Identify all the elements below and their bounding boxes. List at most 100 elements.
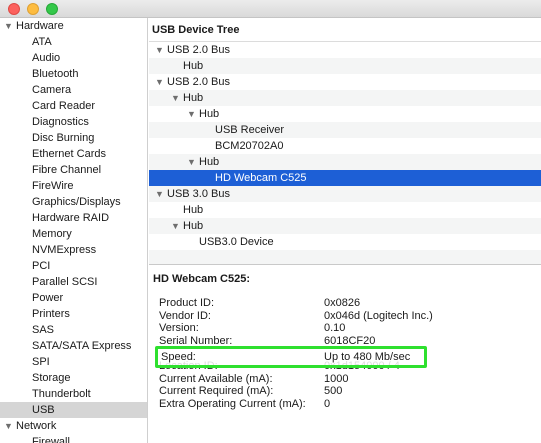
sidebar-item-usb[interactable]: USB	[0, 402, 147, 418]
sidebar-item-disc-burning[interactable]: Disc Burning	[0, 130, 147, 146]
tree-row-label: Hub	[199, 156, 220, 168]
sidebar-item-sas[interactable]: SAS	[0, 322, 147, 338]
sidebar-item-label: Audio	[32, 52, 61, 64]
tree-row-label: Hub	[183, 60, 204, 72]
property-value: 1000	[324, 372, 349, 385]
tree-row[interactable]: ▼ USB 2.0 Bus	[149, 74, 541, 90]
speed-highlight-box: Speed: Up to 480 Mb/sec	[155, 346, 427, 368]
sidebar-item-label: USB	[32, 404, 55, 416]
tree-row[interactable]: Hub	[149, 202, 541, 218]
sidebar-item-storage[interactable]: Storage	[0, 370, 147, 386]
property-key: Speed:	[161, 351, 196, 363]
property-row: Current Available (mA): 1000	[159, 373, 529, 386]
sidebar-item-printers[interactable]: Printers	[0, 306, 147, 322]
tree-row[interactable]: USB3.0 Device	[149, 234, 541, 250]
sidebar-item-thunderbolt[interactable]: Thunderbolt	[0, 386, 147, 402]
disclosure-triangle-icon[interactable]: ▼	[4, 18, 13, 34]
disclosure-triangle-icon[interactable]: ▼	[171, 90, 180, 106]
tree-row-label: USB3.0 Device	[199, 236, 274, 248]
zoom-window-button[interactable]	[46, 3, 58, 15]
sidebar-item-label: Memory	[32, 228, 72, 240]
tree-row[interactable]: ▼ USB 2.0 Bus	[149, 42, 541, 58]
sidebar-item-power[interactable]: Power	[0, 290, 147, 306]
sidebar-group-label: Hardware	[16, 20, 64, 32]
sidebar-item-label: Fibre Channel	[32, 164, 102, 176]
sidebar: ▼ Hardware ATA Audio Bluetooth Camera Card Rea…	[0, 18, 148, 443]
sidebar-item-audio[interactable]: Audio	[0, 50, 147, 66]
property-value: Up to 480 Mb/sec	[324, 351, 411, 363]
minimize-window-button[interactable]	[27, 3, 39, 15]
disclosure-triangle-icon[interactable]: ▼	[4, 418, 13, 434]
property-value: 0	[324, 397, 331, 410]
sidebar-item-hardware-raid[interactable]: Hardware RAID	[0, 210, 147, 226]
sidebar-item-label: Hardware RAID	[32, 212, 110, 224]
property-key: Current Available (mA):	[159, 372, 273, 385]
sidebar-item-camera[interactable]: Camera	[0, 82, 147, 98]
property-row: Current Required (mA): 500	[159, 385, 529, 398]
tree-row[interactable]: USB Receiver	[149, 122, 541, 138]
tree-row-label: Hub	[183, 220, 204, 232]
sidebar-item-label: Disc Burning	[32, 132, 95, 144]
disclosure-triangle-icon[interactable]: ▼	[187, 154, 196, 170]
disclosure-triangle-icon[interactable]: ▼	[187, 106, 196, 122]
disclosure-triangle-icon[interactable]: ▼	[155, 42, 164, 58]
sidebar-item-label: FireWire	[32, 180, 74, 192]
tree-row[interactable]: ▼ Hub	[149, 154, 541, 170]
sidebar-item-firewire[interactable]: FireWire	[0, 178, 147, 194]
window-titlebar	[0, 0, 541, 18]
disclosure-triangle-icon[interactable]: ▼	[155, 186, 164, 202]
sidebar-item-memory[interactable]: Memory	[0, 226, 147, 242]
sidebar-item-label: Camera	[32, 84, 72, 96]
sidebar-item-nvmexpress[interactable]: NVMExpress	[0, 242, 147, 258]
sidebar-group-label: Network	[16, 420, 57, 432]
sidebar-item-pci[interactable]: PCI	[0, 258, 147, 274]
tree-row[interactable]: ▼ Hub	[149, 106, 541, 122]
tree-row[interactable]: ▼ Hub	[149, 218, 541, 234]
property-value: 0x046d (Logitech Inc.)	[324, 309, 433, 322]
tree-row[interactable]: ▼ Hub	[149, 90, 541, 106]
sidebar-group-hardware[interactable]: ▼ Hardware	[0, 18, 147, 34]
sidebar-item-label: Printers	[32, 308, 70, 320]
device-detail-title: HD Webcam C525:	[153, 273, 250, 285]
sidebar-item-ethernet-cards[interactable]: Ethernet Cards	[0, 146, 147, 162]
close-window-button[interactable]	[8, 3, 20, 15]
tree-row[interactable]: Hub	[149, 58, 541, 74]
property-key: Current Required (mA):	[159, 385, 274, 398]
property-value: 0x0826	[324, 297, 361, 309]
tree-row[interactable]: ▼ USB 3.0 Bus	[149, 186, 541, 202]
sidebar-item-firewall[interactable]: Firewall	[0, 434, 147, 443]
sidebar-item-sata-sata-express[interactable]: SATA/SATA Express	[0, 338, 147, 354]
sidebar-item-card-reader[interactable]: Card Reader	[0, 98, 147, 114]
property-value: 0.10	[324, 322, 346, 335]
property-row: Vendor ID: 0x046d (Logitech Inc.)	[159, 310, 529, 323]
property-key: Product ID:	[159, 297, 215, 309]
sidebar-item-label: SPI	[32, 356, 50, 368]
sidebar-item-diagnostics[interactable]: Diagnostics	[0, 114, 147, 130]
tree-row-label: USB Receiver	[215, 124, 285, 136]
sidebar-item-label: Power	[32, 292, 64, 304]
usb-device-tree: ▼ USB 2.0 Bus Hub ▼ USB 2.0 Bus ▼ Hub ▼ Hub USB R…	[149, 42, 541, 264]
tree-empty-row	[149, 250, 541, 264]
tree-row[interactable]: BCM20702A0	[149, 138, 541, 154]
tree-row-label: BCM20702A0	[215, 140, 284, 152]
sidebar-item-label: PCI	[32, 260, 51, 272]
property-row: Extra Operating Current (mA): 0	[159, 398, 529, 411]
sidebar-item-label: Parallel SCSI	[32, 276, 98, 288]
property-key: Vendor ID:	[159, 309, 211, 322]
usb-device-tree-header: USB Device Tree	[149, 18, 541, 42]
property-value: 500	[324, 385, 343, 398]
sidebar-item-parallel-scsi[interactable]: Parallel SCSI	[0, 274, 147, 290]
tree-row[interactable]: HD Webcam C525	[149, 170, 541, 186]
sidebar-item-label: SAS	[32, 324, 55, 336]
sidebar-item-label: Storage	[32, 372, 71, 384]
disclosure-triangle-icon[interactable]: ▼	[171, 218, 180, 234]
tree-row-label: Hub	[183, 204, 204, 216]
sidebar-item-fibre-channel[interactable]: Fibre Channel	[0, 162, 147, 178]
disclosure-triangle-icon[interactable]: ▼	[155, 74, 164, 90]
sidebar-group-network[interactable]: ▼ Network	[0, 418, 147, 434]
sidebar-item-ata[interactable]: ATA	[0, 34, 147, 50]
sidebar-item-spi[interactable]: SPI	[0, 354, 147, 370]
sidebar-item-label: Card Reader	[32, 100, 95, 112]
sidebar-item-bluetooth[interactable]: Bluetooth	[0, 66, 147, 82]
sidebar-item-graphics-displays[interactable]: Graphics/Displays	[0, 194, 147, 210]
